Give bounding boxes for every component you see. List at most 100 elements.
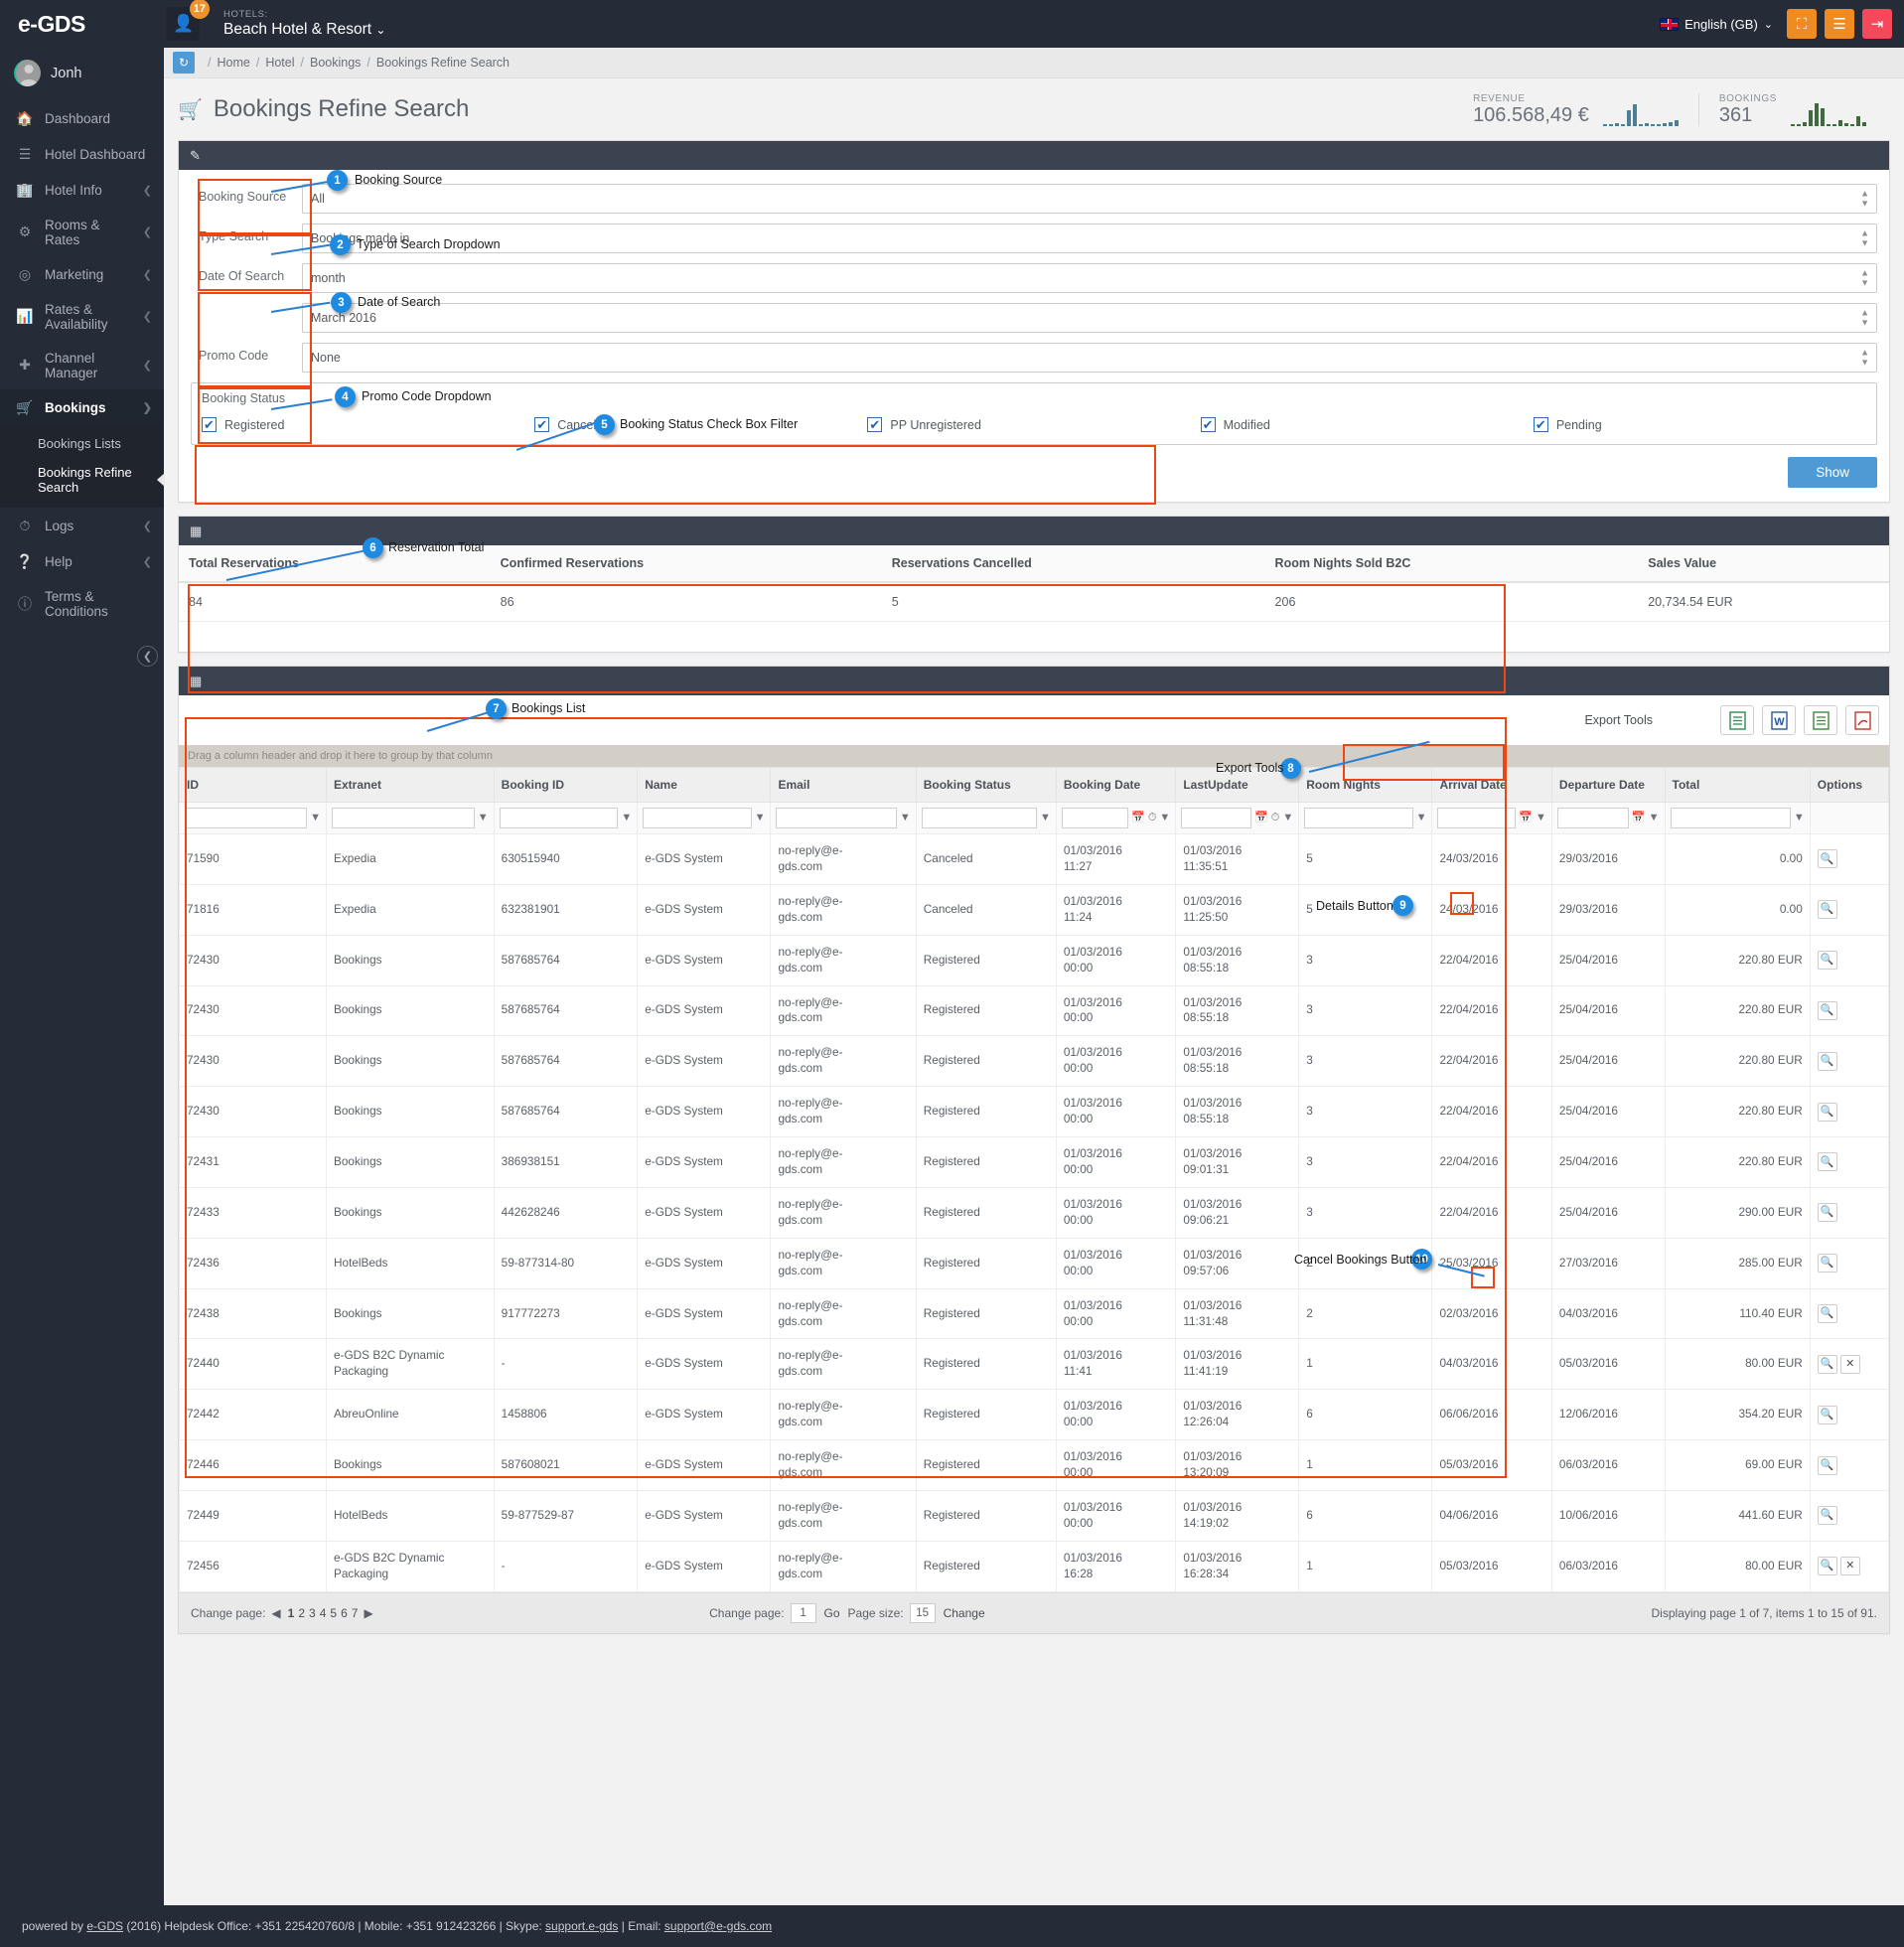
pager-page-link[interactable]: 5 [328, 1606, 339, 1620]
filter-input-name[interactable] [643, 808, 752, 828]
details-button[interactable]: 🔍 [1817, 1051, 1837, 1071]
pager-page-link[interactable]: 4 [318, 1606, 329, 1620]
grid-col-total[interactable]: Total [1664, 767, 1811, 803]
funnel-icon[interactable]: ▼ [310, 811, 321, 825]
funnel-icon[interactable]: ▼ [755, 811, 766, 825]
funnel-icon[interactable]: ▼ [1536, 811, 1546, 825]
sidebar-item-bookings-lists[interactable]: Bookings Lists [0, 429, 164, 458]
details-button[interactable]: 🔍 [1817, 900, 1837, 920]
sidebar-item-help[interactable]: ❔ Help ❮ [0, 543, 164, 579]
logout-button[interactable]: ⇥ [1862, 9, 1892, 39]
user-notifications-button[interactable]: 👤 17 [166, 0, 210, 41]
filter-input-arrival-date[interactable] [1437, 808, 1517, 828]
sidebar-item-rates-availability[interactable]: 📊 Rates & Availability ❮ [0, 292, 164, 341]
type-search-select[interactable]: Bookings made in ▲ ▼ [302, 224, 1877, 253]
date-month-select[interactable]: March 2016 ▲ ▼ [302, 303, 1877, 333]
filter-input-booking-id[interactable] [499, 808, 619, 828]
filter-input-extranet[interactable] [332, 808, 475, 828]
checkbox-pp-unregistered[interactable]: PP Unregistered [867, 416, 1200, 433]
grid-col-name[interactable]: Name [637, 767, 772, 803]
details-button[interactable]: 🔍 [1817, 1455, 1837, 1475]
footer-email-link[interactable]: support@e-gds.com [664, 1919, 772, 1933]
sidebar-item-terms-conditions[interactable]: ⓘ Terms & Conditions [0, 579, 164, 628]
details-button[interactable]: 🔍 [1817, 1405, 1837, 1424]
checkbox-pending[interactable]: Pending [1533, 416, 1866, 433]
sidebar-item-hotel-dashboard[interactable]: ☰ Hotel Dashboard [0, 136, 164, 172]
filter-input-lastupdate[interactable] [1181, 808, 1252, 828]
filter-input-departure-date[interactable] [1556, 808, 1629, 828]
pager-page-link[interactable]: 6 [339, 1606, 350, 1620]
menu-toggle-button[interactable]: ☰ [1825, 9, 1854, 39]
caret-left-icon[interactable]: ◀ [265, 1606, 285, 1620]
filter-input-id[interactable] [185, 808, 308, 828]
booking-source-select[interactable]: All ▲ ▼ [302, 184, 1877, 214]
clock-icon[interactable]: ⏱ [1148, 811, 1157, 825]
pager-go-button[interactable]: Go [822, 1606, 842, 1620]
funnel-icon[interactable]: ▼ [900, 811, 911, 825]
grid-col-id[interactable]: ID [179, 767, 327, 803]
grid-col-departure-date[interactable]: Departure Date [1550, 767, 1666, 803]
funnel-icon[interactable]: ▼ [1159, 811, 1170, 825]
breadcrumb-item-current[interactable]: Bookings Refine Search [373, 56, 513, 70]
sidebar-item-rooms-rates[interactable]: ⚙ Rooms & Rates ❮ [0, 208, 164, 256]
sidebar-item-bookings[interactable]: 🛒 Bookings ❯ [0, 389, 164, 425]
grid-col-email[interactable]: Email [770, 767, 917, 803]
hotel-selector[interactable]: HOTELS: Beach Hotel & Resort ⌄ [223, 9, 385, 39]
sidebar-item-logs[interactable]: ⏱ Logs ❮ [0, 508, 164, 543]
breadcrumb-item-home[interactable]: Home [214, 56, 252, 70]
table-row[interactable]: 72438 Bookings 917772273 e-GDS System no-rep… [179, 1287, 1890, 1340]
checkbox-icon[interactable] [1533, 416, 1548, 433]
sidebar-item-channel-manager[interactable]: ✚ Channel Manager ❮ [0, 341, 164, 389]
details-button[interactable]: 🔍 [1817, 1557, 1837, 1576]
funnel-icon[interactable]: ▼ [621, 811, 632, 825]
sidebar-item-dashboard[interactable]: 🏠 Dashboard [0, 100, 164, 136]
date-period-select[interactable]: month ▲ ▼ [302, 263, 1877, 293]
calendar-icon[interactable]: 📅 [1131, 811, 1145, 825]
breadcrumb-item-bookings[interactable]: Bookings [307, 56, 364, 70]
table-row[interactable]: 72440 e-GDS B2C Dynamic Packaging - e-GDS S… [179, 1338, 1890, 1391]
table-row[interactable]: 72446 Bookings 587608021 e-GDS System no-rep… [179, 1439, 1890, 1491]
grid-col-options[interactable]: Options [1809, 767, 1890, 803]
funnel-icon[interactable]: ▼ [1794, 811, 1805, 825]
filter-input-booking-date[interactable] [1061, 808, 1129, 828]
pager-page-link[interactable]: 2 [296, 1606, 307, 1620]
table-row[interactable]: 72442 AbreuOnline 1458806 e-GDS System no-re… [179, 1389, 1890, 1441]
table-row[interactable]: 72436 HotelBeds 59-877314-80 e-GDS System no… [179, 1237, 1890, 1289]
pager-page-link[interactable]: 7 [350, 1606, 361, 1620]
funnel-icon[interactable]: ▼ [1649, 811, 1660, 825]
export-csv-button[interactable] [1804, 705, 1837, 735]
details-button[interactable]: 🔍 [1817, 1254, 1837, 1273]
footer-brand-link[interactable]: e-GDS [86, 1919, 123, 1933]
sidebar-item-hotel-info[interactable]: 🏢 Hotel Info ❮ [0, 172, 164, 208]
language-selector[interactable]: English (GB) ⌄ [1660, 17, 1773, 32]
table-row[interactable]: 71590 Expedia 630515940 e-GDS System no-repl… [179, 833, 1890, 885]
details-button[interactable]: 🔍 [1817, 1000, 1837, 1020]
filter-input-booking-status[interactable] [921, 808, 1037, 828]
table-row[interactable]: 71816 Expedia 632381901 e-GDS System no-repl… [179, 883, 1890, 936]
details-button[interactable]: 🔍 [1817, 849, 1837, 869]
table-row[interactable]: 72430 Bookings 587685764 e-GDS System no-rep… [179, 1086, 1890, 1138]
grid-col-booking-id[interactable]: Booking ID [493, 767, 639, 803]
grid-col-arrival-date[interactable]: Arrival Date [1431, 767, 1552, 803]
checkbox-canceled[interactable]: Canceled [534, 416, 867, 433]
pager-page-link[interactable]: 3 [307, 1606, 318, 1620]
pager-page-size-input[interactable] [909, 1602, 936, 1623]
breadcrumb-item-hotel[interactable]: Hotel [262, 56, 297, 70]
clock-icon[interactable]: ⏱ [1271, 811, 1280, 825]
funnel-icon[interactable]: ▼ [1040, 811, 1051, 825]
grid-col-lastupdate[interactable]: LastUpdate [1175, 767, 1300, 803]
sidebar-collapse-button[interactable]: ❮ [137, 646, 158, 667]
table-row[interactable]: 72433 Bookings 442628246 e-GDS System no-rep… [179, 1186, 1890, 1239]
grid-col-extranet[interactable]: Extranet [326, 767, 495, 803]
export-word-button[interactable]: W [1762, 705, 1796, 735]
filter-input-email[interactable] [776, 808, 897, 828]
checkbox-registered[interactable]: Registered [202, 416, 534, 433]
details-button[interactable]: 🔍 [1817, 1506, 1837, 1526]
funnel-icon[interactable]: ▼ [1282, 811, 1293, 825]
filter-input-room-nights[interactable] [1304, 808, 1413, 828]
table-row[interactable]: 72456 e-GDS B2C Dynamic Packaging - e-GDS S… [179, 1540, 1890, 1592]
details-button[interactable]: 🔍 [1817, 1203, 1837, 1223]
funnel-icon[interactable]: ▼ [1416, 811, 1427, 825]
table-row[interactable]: 72430 Bookings 587685764 e-GDS System no-rep… [179, 984, 1890, 1037]
group-by-dropzone[interactable]: Drag a column header and drop it here to… [179, 745, 1889, 767]
